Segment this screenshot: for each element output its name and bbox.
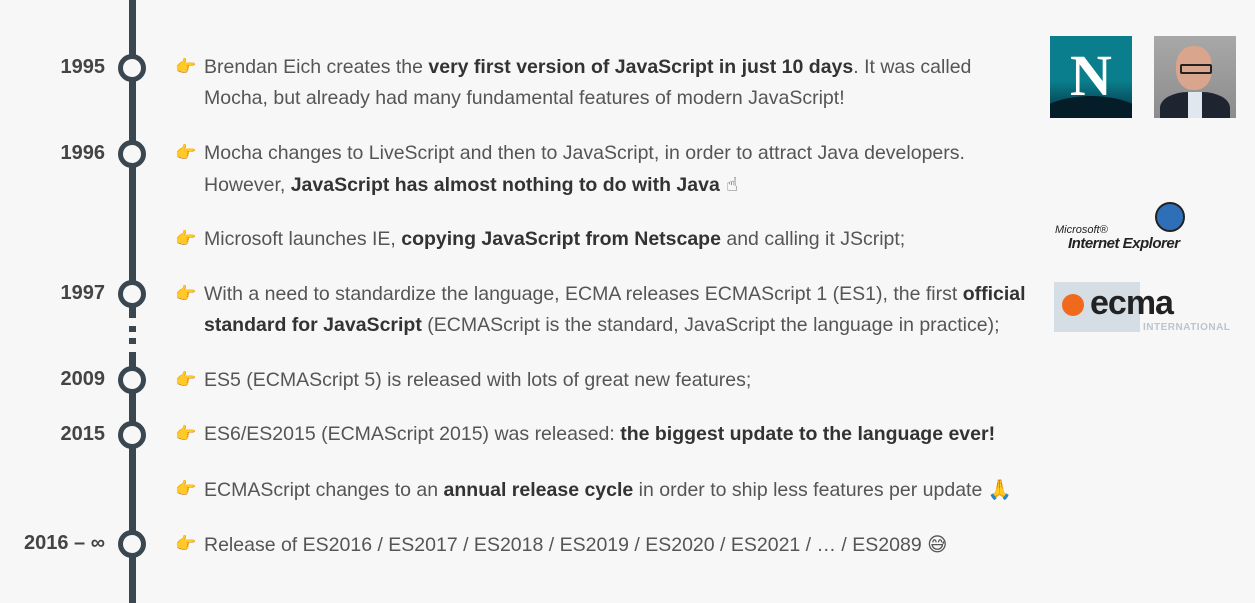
- timeline-dash: [129, 338, 136, 344]
- year-label: 1996: [60, 142, 106, 164]
- pointing-hand-icon: 👉: [175, 370, 197, 390]
- ecma-logo: ecma: [1054, 282, 1174, 332]
- timeline-node: [118, 530, 146, 558]
- internet-explorer-logo: Microsoft® Internet Explorer: [1055, 202, 1215, 260]
- pointing-hand-icon: 👉: [175, 284, 197, 304]
- timeline-node: [118, 421, 146, 449]
- year-label: 1995: [60, 56, 106, 78]
- brendan-eich-photo: [1154, 36, 1236, 118]
- year-label: 2015: [60, 423, 106, 445]
- year-label: 2016 – ∞: [24, 532, 105, 554]
- pointing-hand-icon: 👉: [175, 479, 197, 499]
- entry-2015-annual: ECMAScript changes to an annual release …: [204, 478, 1013, 501]
- pointing-up-emoji: ☝: [719, 173, 738, 196]
- folded-hands-emoji: 🙏: [987, 478, 1013, 501]
- entry-1997: With a need to standardize the language,…: [204, 283, 1026, 336]
- timeline-node: [118, 366, 146, 394]
- pointing-hand-icon: 👉: [175, 57, 197, 77]
- pointing-hand-icon: 👉: [175, 534, 197, 554]
- ie-globe-icon: [1155, 202, 1185, 232]
- timeline-node: [118, 140, 146, 168]
- entry-1996-rename: Mocha changes to LiveScript and then to …: [204, 142, 965, 196]
- year-label: 1997: [60, 282, 106, 304]
- pointing-hand-icon: 👉: [175, 143, 197, 163]
- entry-1995: Brendan Eich creates the very first vers…: [204, 56, 972, 109]
- year-label: 2009: [60, 368, 106, 390]
- entry-2016: Release of ES2016 / ES2017 / ES2018 / ES…: [204, 533, 948, 556]
- timeline-dash: [129, 326, 136, 332]
- pointing-hand-icon: 👉: [175, 424, 197, 444]
- sweat-smile-emoji: 😅: [927, 533, 948, 556]
- entry-2009: ES5 (ECMAScript 5) is released with lots…: [204, 369, 752, 391]
- entry-2015-es6: ES6/ES2015 (ECMAScript 2015) was release…: [204, 423, 996, 445]
- ecma-international-label: INTERNATIONAL: [1143, 322, 1231, 333]
- netscape-logo: N: [1050, 36, 1132, 118]
- timeline-node: [118, 54, 146, 82]
- pointing-hand-icon: 👉: [175, 229, 197, 249]
- timeline-node: [118, 280, 146, 308]
- entry-1996-ie: Microsoft launches IE, copying JavaScrip…: [204, 228, 906, 250]
